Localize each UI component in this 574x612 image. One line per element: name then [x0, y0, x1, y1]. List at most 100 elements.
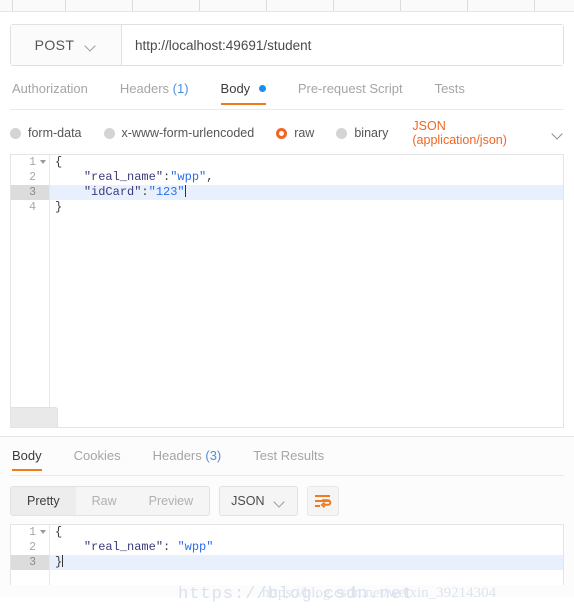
radio-circle-selected-icon — [276, 127, 288, 139]
response-format-label: JSON — [231, 494, 265, 508]
line-number-text: 4 — [29, 201, 36, 214]
text-cursor — [184, 185, 186, 197]
code-line-active: "idCard":"123" — [50, 185, 563, 200]
editor-status-nub[interactable] — [11, 407, 58, 427]
request-body-editor[interactable]: 1 2 3 4 { "real_name": "wpp", "idCard":"1… — [10, 154, 564, 428]
line-number-text: 3 — [29, 556, 36, 569]
code-token-key: "real_name" — [83, 170, 164, 184]
code-token-brace: { — [55, 525, 63, 539]
code-token-value: "wpp" — [170, 170, 207, 184]
radio-raw[interactable]: raw — [276, 126, 314, 140]
radio-circle-icon — [103, 127, 115, 139]
tab-segment — [70, 0, 133, 11]
code-token-comma: , — [206, 170, 214, 184]
http-method-label: POST — [34, 37, 75, 53]
radio-form-data[interactable]: form-data — [10, 126, 82, 140]
tab-headers[interactable]: Headers (1) — [104, 79, 205, 105]
tab-pre-request-script-label: Pre-request Script — [297, 81, 403, 96]
radio-binary[interactable]: binary — [336, 126, 388, 140]
request-editor-gutter: 1 2 3 4 — [11, 155, 50, 427]
browser-tab-strip — [0, 0, 574, 12]
view-mode-raw[interactable]: Raw — [76, 487, 133, 515]
url-input[interactable]: http://localhost:49691/student — [122, 25, 563, 65]
line-number-active: 3 — [11, 185, 49, 200]
response-toolbar: Pretty Raw Preview JSON — [10, 486, 564, 516]
tab-segment — [204, 0, 267, 11]
chevron-down-icon — [275, 498, 286, 505]
radio-x-www-form-urlencoded[interactable]: x-www-form-urlencoded — [103, 126, 254, 140]
code-token-value: "123" — [148, 185, 185, 199]
tab-authorization[interactable]: Authorization — [10, 79, 104, 105]
response-tab-test-results-label: Test Results — [253, 448, 325, 463]
response-tab-headers-label: Headers — [152, 448, 202, 463]
body-type-options: form-data x-www-form-urlencoded raw bina… — [10, 119, 564, 147]
tab-body-label: Body — [220, 81, 251, 96]
code-token-colon: : — [141, 185, 149, 199]
url-text: http://localhost:49691/student — [135, 37, 312, 53]
tab-segment — [0, 0, 13, 11]
code-line: } — [50, 200, 563, 215]
code-token-value: "wpp" — [177, 540, 214, 554]
response-tab-cookies[interactable]: Cookies — [58, 446, 137, 471]
response-format-selector[interactable]: JSON — [219, 486, 299, 516]
radio-form-data-label: form-data — [28, 126, 82, 140]
tab-segment — [472, 0, 535, 11]
text-cursor — [62, 555, 64, 567]
line-number-text: 2 — [29, 541, 36, 554]
fold-triangle-icon[interactable] — [40, 160, 46, 164]
request-tabs: Authorization Headers (1) Body Pre-reque… — [10, 79, 564, 110]
code-token-key: "idCard" — [83, 185, 142, 199]
tab-headers-label: Headers — [119, 81, 170, 96]
view-mode-pretty-label: Pretty — [27, 494, 60, 508]
chevron-down-icon — [86, 42, 97, 49]
request-editor-code[interactable]: { "real_name": "wpp", "idCard":"123" } — [50, 155, 563, 427]
word-wrap-icon — [314, 495, 332, 508]
line-number: 1 — [11, 525, 49, 540]
word-wrap-button[interactable] — [307, 486, 340, 516]
tab-segment — [405, 0, 468, 11]
content-type-label: JSON (application/json) — [412, 119, 507, 147]
line-number-text: 3 — [29, 186, 36, 199]
line-number: 4 — [11, 200, 49, 215]
view-mode-raw-label: Raw — [91, 494, 117, 508]
view-mode-preview[interactable]: Preview — [133, 487, 209, 515]
line-number-text: 1 — [29, 526, 36, 539]
line-number: 1 — [11, 155, 49, 170]
view-mode-pretty[interactable]: Pretty — [11, 487, 76, 515]
view-mode-preview-label: Preview — [148, 494, 194, 508]
tab-tests-label: Tests — [434, 81, 465, 96]
response-tab-body-label: Body — [12, 448, 42, 463]
code-line: { — [50, 525, 563, 540]
tab-tests[interactable]: Tests — [419, 79, 481, 105]
content-type-selector[interactable]: JSON (application/json) — [412, 119, 564, 147]
line-number-text: 1 — [29, 156, 36, 169]
radio-circle-icon — [10, 127, 21, 139]
response-tabs: Body Cookies Headers (3) Test Results — [10, 437, 564, 476]
tab-body[interactable]: Body — [205, 79, 282, 105]
tab-segment — [338, 0, 401, 11]
line-number: 2 — [11, 170, 49, 185]
code-line: { — [50, 155, 563, 170]
code-line: "real_name": "wpp" — [50, 540, 563, 555]
chevron-down-icon — [553, 130, 564, 137]
http-method-selector[interactable]: POST — [11, 25, 122, 65]
tab-authorization-label: Authorization — [12, 81, 88, 96]
code-line-active: } — [50, 555, 563, 570]
line-number-text: 2 — [29, 171, 36, 184]
tab-headers-count: (1) — [172, 81, 189, 96]
response-tab-body[interactable]: Body — [10, 446, 58, 471]
fold-triangle-icon[interactable] — [40, 530, 46, 534]
code-token-key: "real_name" — [83, 540, 164, 554]
tab-pre-request-script[interactable]: Pre-request Script — [282, 79, 419, 105]
response-panel: Body Cookies Headers (3) Test Results Pr… — [0, 437, 574, 597]
radio-binary-label: binary — [354, 126, 389, 140]
response-tab-test-results[interactable]: Test Results — [237, 446, 340, 471]
code-token-colon: : — [163, 540, 178, 554]
line-number: 2 — [11, 540, 49, 555]
response-body-editor[interactable]: 1 2 3 { "real_name": "wpp" } — [10, 524, 564, 585]
response-tab-cookies-label: Cookies — [73, 448, 121, 463]
response-editor-code[interactable]: { "real_name": "wpp" } — [50, 525, 563, 585]
response-tab-headers[interactable]: Headers (3) — [137, 446, 238, 471]
